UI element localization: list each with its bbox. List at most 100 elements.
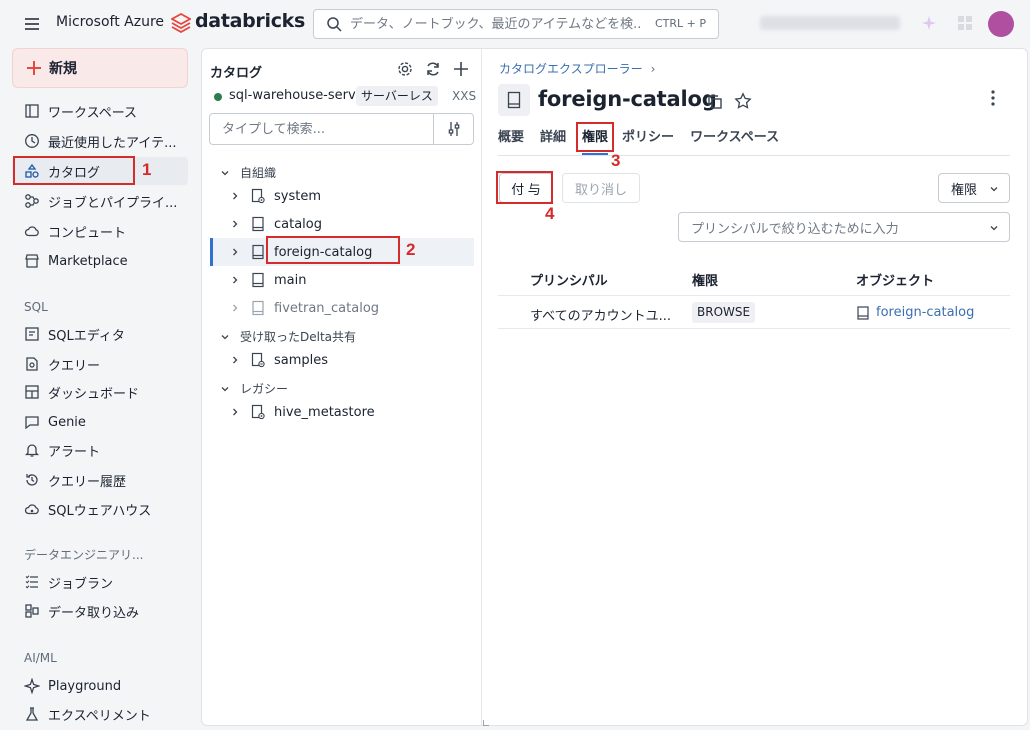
catalog-search[interactable] — [209, 113, 474, 145]
annotation-number-4: 4 — [545, 204, 555, 223]
principal-filter-placeholder: プリンシパルで絞り込むために入力 — [691, 221, 899, 237]
kebab-menu-icon[interactable] — [984, 89, 1002, 107]
editor-icon — [24, 326, 40, 342]
sidebar-item-job-runs[interactable]: ジョブラン — [12, 568, 188, 596]
sidebar-item-genie[interactable]: Genie — [12, 408, 188, 436]
privileges-dropdown[interactable]: 権限 — [938, 173, 1010, 203]
tree-group-legacy[interactable]: レガシー — [220, 380, 288, 397]
annotation-number-1: 1 — [142, 160, 152, 179]
detail-tabs: 概要 詳細 権限 ポリシー ワークスペース — [498, 128, 795, 156]
tree-item-fivetran-catalog[interactable]: fivetran_catalog — [210, 294, 474, 322]
global-search[interactable]: CTRL + P — [313, 9, 719, 39]
add-icon[interactable] — [452, 60, 470, 78]
annotation-number-3: 3 — [611, 151, 621, 170]
tree-item-label: hive_metastore — [274, 404, 375, 420]
catalog-book-icon — [857, 305, 869, 320]
annotation-box-2 — [266, 236, 400, 264]
sidebar-item-marketplace[interactable]: Marketplace — [12, 247, 188, 275]
chevron-right-icon — [233, 356, 238, 364]
warehouse-icon — [24, 501, 40, 517]
warehouse-status-icon — [214, 93, 222, 101]
copy-icon[interactable] — [706, 93, 724, 111]
chevron-right-icon — [233, 408, 238, 416]
avatar[interactable] — [988, 11, 1014, 37]
apps-grid-icon[interactable] — [957, 15, 973, 31]
assistant-sparkle-icon[interactable] — [922, 16, 936, 30]
sidebar-item-compute[interactable]: コンピュート — [12, 217, 188, 245]
sidebar-item-dashboards[interactable]: ダッシュボード — [12, 378, 188, 406]
sidebar-item-sql-editor[interactable]: SQLエディタ — [12, 320, 188, 348]
playground-icon — [24, 678, 40, 694]
new-button[interactable]: 新規 — [12, 48, 188, 88]
search-shortcut: CTRL + P — [654, 17, 706, 30]
chevron-down-icon — [221, 170, 229, 175]
panel-divider[interactable] — [481, 49, 482, 725]
tree-item-hive-metastore[interactable]: hive_metastore — [210, 398, 474, 426]
tree-item-label: system — [274, 188, 321, 204]
sidebar-item-label: Playground — [48, 678, 122, 694]
privilege-badge: BROWSE — [692, 302, 756, 323]
sidebar-item-data-ingestion[interactable]: データ取り込み — [12, 597, 188, 625]
tab-details[interactable]: 詳細 — [540, 128, 566, 156]
tab-policies[interactable]: ポリシー — [622, 128, 674, 156]
catalog-search-input[interactable] — [222, 121, 422, 137]
dashboard-icon — [24, 384, 40, 400]
breadcrumb-catalog-explorer[interactable]: カタログエクスプローラー — [499, 60, 643, 77]
tree-item-catalog[interactable]: catalog — [210, 210, 474, 238]
tree-item-system[interactable]: system — [210, 182, 474, 210]
gear-icon[interactable] — [396, 60, 414, 78]
warehouse-selector[interactable]: sql-warehouse-serv... — [229, 88, 367, 103]
search-input[interactable] — [350, 16, 640, 32]
tab-workspaces[interactable]: ワークスペース — [690, 128, 779, 156]
refresh-icon[interactable] — [424, 60, 442, 78]
table-cell-object[interactable]: foreign-catalog — [856, 305, 974, 320]
sidebar-item-experiments[interactable]: エクスペリメント — [12, 700, 188, 728]
principal-filter-select[interactable]: プリンシパルで絞り込むために入力 — [678, 212, 1010, 242]
star-icon[interactable] — [734, 92, 752, 110]
sidebar-item-workspace[interactable]: ワークスペース — [12, 97, 188, 125]
catalog-book-icon — [252, 272, 264, 288]
catalog-panel-title: カタログ — [210, 66, 263, 81]
job-runs-icon — [24, 574, 40, 590]
tree-group-my-org[interactable]: 自組織 — [220, 164, 276, 181]
chevron-down-icon — [990, 226, 998, 231]
sidebar-item-alerts[interactable]: アラート — [12, 436, 188, 464]
table-cell-object-link[interactable]: foreign-catalog — [876, 305, 974, 320]
tree-item-samples[interactable]: samples — [210, 346, 474, 374]
warehouse-type-badge: サーバーレス — [356, 86, 438, 106]
annotation-number-2: 2 — [406, 240, 416, 259]
workspace-icon — [24, 103, 40, 119]
workspace-selector[interactable] — [760, 16, 900, 30]
clock-icon — [24, 133, 40, 149]
sidebar-item-queries[interactable]: クエリー — [12, 350, 188, 378]
databricks-logo-icon[interactable] — [171, 13, 191, 33]
ingest-icon — [24, 603, 40, 619]
revoke-button[interactable]: 取り消し — [562, 173, 640, 203]
sidebar-item-playground[interactable]: Playground — [12, 672, 188, 700]
search-icon — [326, 16, 342, 32]
product-name[interactable]: databricks — [195, 10, 305, 32]
sidebar-item-recents[interactable]: 最近使用したアイテ... — [12, 127, 188, 155]
sidebar-item-sql-warehouses[interactable]: SQLウェアハウス — [12, 495, 188, 523]
tree-item-main[interactable]: main — [210, 266, 474, 294]
chevron-down-icon — [221, 386, 229, 391]
system-catalog-icon — [251, 404, 265, 420]
annotation-box-3 — [576, 122, 614, 152]
sidebar-item-label: ジョブラン — [48, 576, 114, 592]
tree-group-shared[interactable]: 受け取ったDelta共有 — [220, 328, 356, 345]
column-header-privilege[interactable]: 権限 — [692, 270, 718, 289]
sidebar-item-jobs-pipelines[interactable]: ジョブとパイプライ... — [12, 187, 188, 215]
filter-button[interactable] — [433, 114, 473, 144]
chevron-right-icon — [233, 192, 238, 200]
column-header-principal[interactable]: プリンシパル — [530, 270, 608, 289]
tree-group-label: 受け取ったDelta共有 — [240, 330, 357, 344]
tab-overview[interactable]: 概要 — [498, 128, 524, 156]
tree-item-label: samples — [274, 352, 329, 368]
plus-icon — [25, 59, 43, 77]
sidebar-item-label: クエリー履歴 — [48, 474, 127, 490]
resize-handle-icon[interactable] — [483, 720, 489, 726]
menu-icon[interactable] — [24, 16, 40, 32]
chevron-right-icon — [233, 248, 238, 256]
column-header-object[interactable]: オブジェクト — [856, 270, 934, 289]
sidebar-item-query-history[interactable]: クエリー履歴 — [12, 466, 188, 494]
